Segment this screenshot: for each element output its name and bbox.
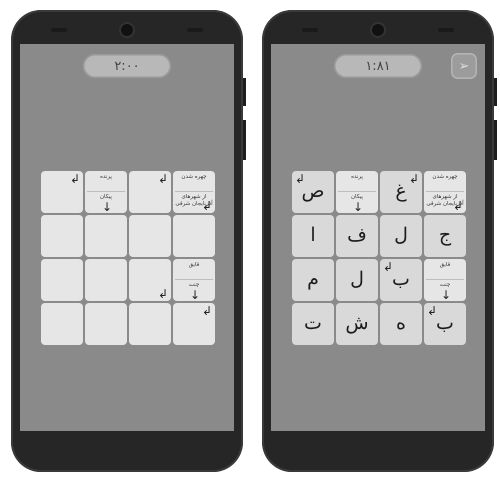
timer-display: ۱:۸۱ <box>334 54 422 78</box>
letter-cell[interactable]: ا <box>292 215 334 257</box>
letter-cell[interactable]: غ ↲ <box>380 171 422 213</box>
clue-text: چهره شدن <box>181 174 207 180</box>
hint-button[interactable]: ➢ <box>451 53 477 79</box>
arrow-down-icon: ↓ <box>353 200 364 213</box>
cell-letter: م <box>307 268 319 290</box>
letter-cell[interactable] <box>173 215 215 257</box>
sensor <box>187 28 203 32</box>
clue-divider <box>87 191 125 192</box>
game-screen: ۲:۰۰ ↲ پرنده پیکان ↓ ↲ چهره شدن از شهرهای آذرب… <box>20 44 234 431</box>
letter-cell[interactable]: ف <box>336 215 378 257</box>
letter-cell[interactable]: ل <box>380 215 422 257</box>
power-button <box>494 120 497 160</box>
cell-letter: ج <box>438 224 452 246</box>
phone-chin <box>20 431 234 457</box>
crossword-board: ص ↲ پرنده پیکان ↓ غ ↲ چهره شدن از شهرهای آذربایج… <box>292 171 468 347</box>
pin-icon: ➢ <box>458 58 470 74</box>
arrow-turn-icon: ↲ <box>427 304 438 318</box>
volume-button <box>494 78 497 106</box>
camera-icon <box>121 24 133 36</box>
letter-cell[interactable]: ↲ <box>129 259 171 301</box>
letter-cell[interactable]: ب ↲ <box>424 303 466 345</box>
clue-divider <box>175 191 213 192</box>
clue-text: قایق <box>439 262 451 268</box>
cell-letter: ا <box>310 224 316 246</box>
arrow-turn-icon: ↲ <box>452 199 463 213</box>
clue-cell: پرنده پیکان ↓ <box>85 171 127 213</box>
cell-letter: ل <box>350 268 364 290</box>
clue-cell: قایق چنت ↓ <box>173 259 215 301</box>
letter-cell[interactable] <box>41 303 83 345</box>
clue-cell: چهره شدن از شهرهای آذربایجان شرقی ↲ <box>173 171 215 213</box>
arrow-turn-icon: ↲ <box>69 172 80 186</box>
speaker-grill <box>51 28 67 32</box>
clue-text: پرنده <box>351 174 363 180</box>
letter-cell[interactable]: ج <box>424 215 466 257</box>
phone-right: ۱:۸۱ ➢ ص ↲ پرنده پیکان ↓ غ ↲ چهره شدن از شهرهای … <box>262 10 497 472</box>
letter-cell[interactable]: ت <box>292 303 334 345</box>
phone-chin <box>271 431 485 457</box>
sensor <box>438 28 454 32</box>
arrow-turn-icon: ↲ <box>157 287 168 301</box>
letter-cell[interactable]: ص ↲ <box>292 171 334 213</box>
arrow-down-icon: ↓ <box>102 200 113 213</box>
clue-text: چهره شدن <box>432 174 458 180</box>
letter-cell[interactable]: ↲ <box>129 171 171 213</box>
clue-divider <box>175 279 213 280</box>
cell-letter: ف <box>347 224 367 246</box>
speaker-grill <box>302 28 318 32</box>
game-screen: ۱:۸۱ ➢ ص ↲ پرنده پیکان ↓ غ ↲ چهره شدن از شهرهای … <box>271 44 485 431</box>
arrow-turn-icon: ↲ <box>201 304 212 318</box>
clue-divider <box>426 191 464 192</box>
cell-letter: ش <box>345 312 369 334</box>
letter-cell[interactable] <box>129 215 171 257</box>
letter-cell[interactable]: ب ↲ <box>380 259 422 301</box>
arrow-turn-icon: ↲ <box>157 172 168 186</box>
clue-cell: پرنده پیکان ↓ <box>336 171 378 213</box>
arrow-down-icon: ↓ <box>190 288 201 301</box>
letter-cell[interactable]: ه <box>380 303 422 345</box>
timer-display: ۲:۰۰ <box>83 54 171 78</box>
letter-cell[interactable]: م <box>292 259 334 301</box>
arrow-turn-icon: ↲ <box>383 260 394 274</box>
letter-cell[interactable]: ↲ <box>41 171 83 213</box>
letter-cell[interactable] <box>85 215 127 257</box>
arrow-turn-icon: ↲ <box>201 199 212 213</box>
volume-button <box>243 78 246 106</box>
letter-cell[interactable] <box>41 215 83 257</box>
phone-left: ۲:۰۰ ↲ پرنده پیکان ↓ ↲ چهره شدن از شهرهای آذرب… <box>11 10 246 472</box>
cell-letter: ه <box>396 312 406 334</box>
letter-cell[interactable] <box>41 259 83 301</box>
letter-cell[interactable]: ↲ <box>173 303 215 345</box>
cell-letter: ت <box>304 312 322 334</box>
arrow-turn-icon: ↲ <box>408 172 419 186</box>
letter-cell[interactable] <box>85 259 127 301</box>
clue-cell: چهره شدن از شهرهای آذربایجان شرقی ↲ <box>424 171 466 213</box>
crossword-board: ↲ پرنده پیکان ↓ ↲ چهره شدن از شهرهای آذربایجان… <box>41 171 217 347</box>
arrow-down-icon: ↓ <box>441 288 452 301</box>
letter-cell[interactable] <box>129 303 171 345</box>
camera-icon <box>372 24 384 36</box>
clue-cell: قایق چنت ↓ <box>424 259 466 301</box>
power-button <box>243 120 246 160</box>
letter-cell[interactable] <box>85 303 127 345</box>
clue-text: قایق <box>188 262 200 268</box>
clue-divider <box>338 191 376 192</box>
clue-text: پرنده <box>100 174 112 180</box>
arrow-turn-icon: ↲ <box>295 172 306 186</box>
cell-letter: ل <box>394 224 408 246</box>
clue-divider <box>426 279 464 280</box>
letter-cell[interactable]: ل <box>336 259 378 301</box>
letter-cell[interactable]: ش <box>336 303 378 345</box>
